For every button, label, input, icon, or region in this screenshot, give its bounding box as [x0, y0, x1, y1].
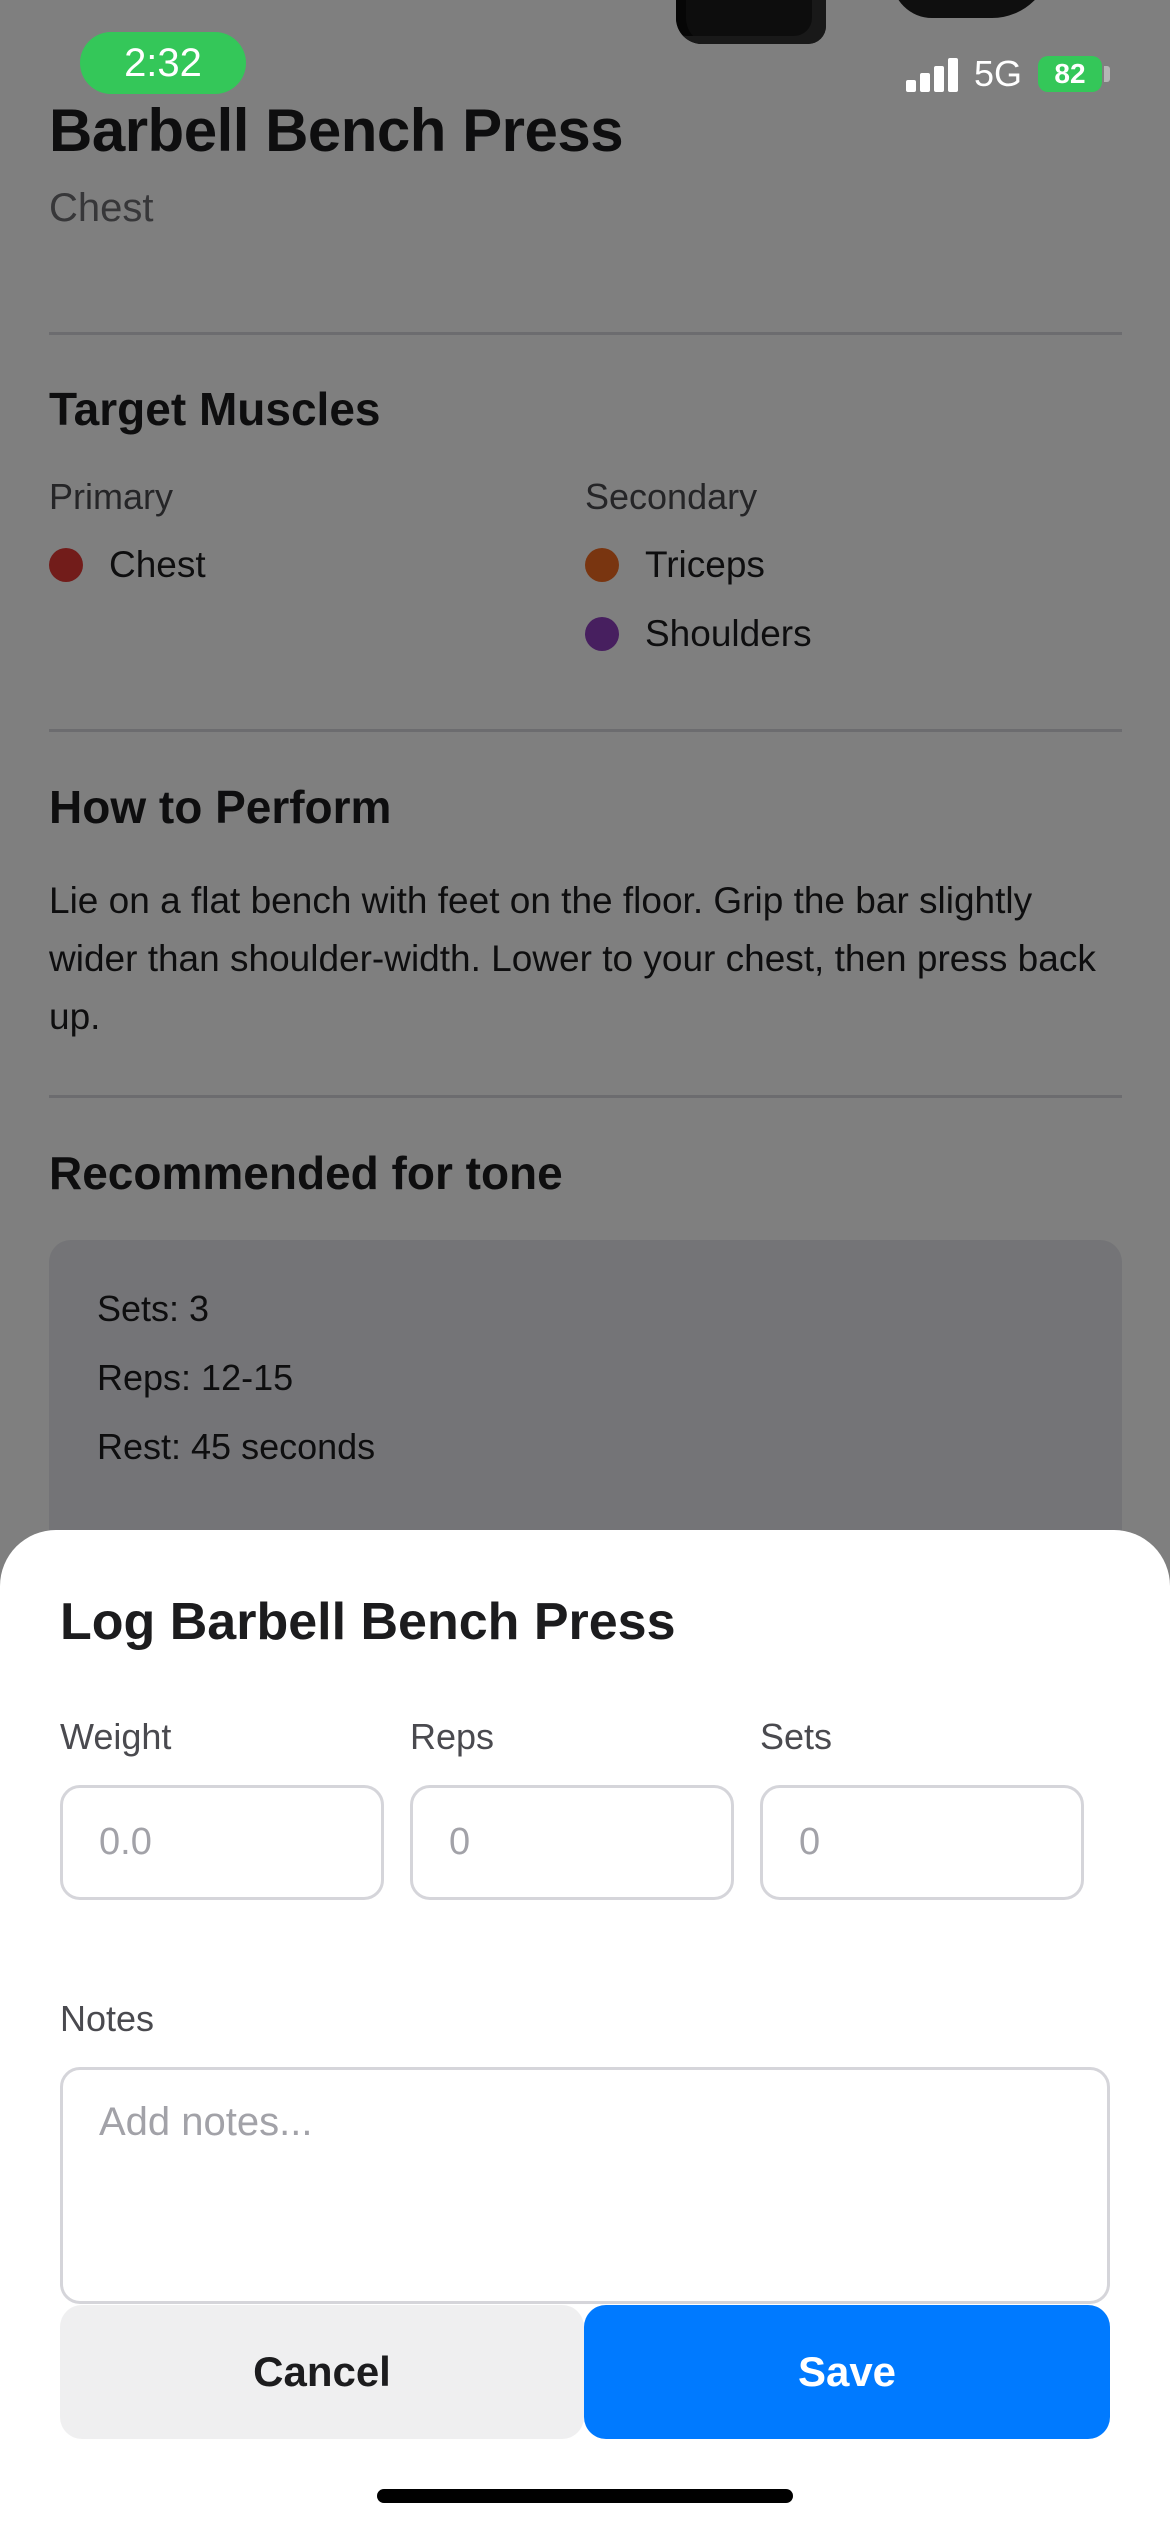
network-type: 5G: [974, 53, 1023, 94]
battery-cap: [1104, 66, 1110, 82]
notes-label: Notes: [60, 1998, 155, 2039]
weight-input[interactable]: [60, 1785, 384, 1900]
battery-icon: 82: [1038, 56, 1102, 92]
weight-label: Weight: [60, 1716, 172, 1757]
cancel-button[interactable]: Cancel: [60, 2305, 584, 2439]
reps-label: Reps: [410, 1716, 495, 1757]
sets-label: Sets: [760, 1716, 833, 1757]
cellular-signal-icon: [906, 58, 960, 92]
log-sheet: Log Barbell Bench Press Weight Reps Sets…: [0, 1530, 1170, 2532]
notes-field[interactable]: [60, 2067, 1110, 2304]
save-button[interactable]: Save: [584, 2305, 1110, 2439]
home-indicator[interactable]: [377, 2489, 793, 2503]
reps-input[interactable]: [410, 1785, 734, 1900]
status-time: 2:32: [80, 32, 246, 94]
sets-input[interactable]: [760, 1785, 1084, 1900]
sheet-title: Log Barbell Bench Press: [60, 1593, 676, 1651]
status-bar: 2:32 5G 82: [0, 0, 1170, 130]
battery-level: 82: [1054, 58, 1086, 89]
